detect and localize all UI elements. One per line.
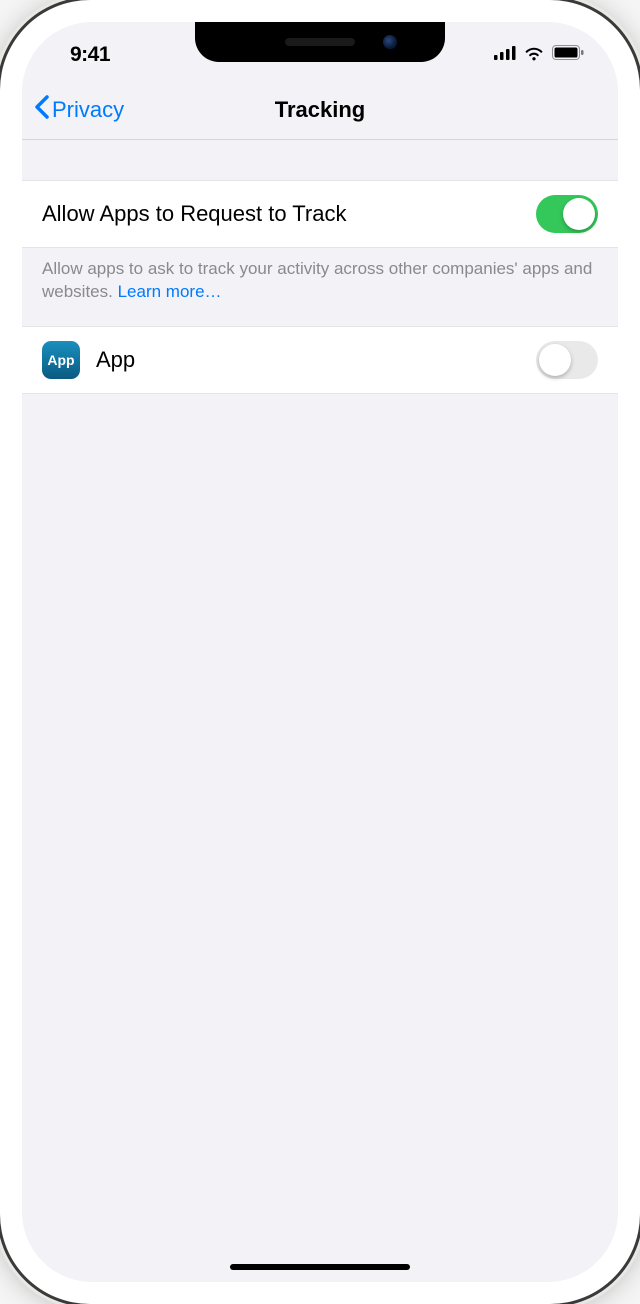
toggle-knob bbox=[563, 198, 595, 230]
battery-icon bbox=[552, 45, 584, 65]
content-area: Allow Apps to Request to Track Allow app… bbox=[22, 140, 618, 394]
learn-more-link[interactable]: Learn more… bbox=[118, 282, 222, 301]
app-icon: App bbox=[42, 341, 80, 379]
app-tracking-toggle[interactable] bbox=[536, 341, 598, 379]
wifi-icon bbox=[523, 45, 545, 66]
screen: 9:41 Privacy Tracking bbox=[22, 22, 618, 1282]
notch bbox=[195, 22, 445, 62]
back-button[interactable]: Privacy bbox=[34, 95, 124, 125]
app-name-label: App bbox=[96, 347, 520, 373]
front-camera bbox=[383, 35, 397, 49]
chevron-left-icon bbox=[34, 95, 50, 125]
cellular-icon bbox=[494, 46, 516, 65]
toggle-knob bbox=[539, 344, 571, 376]
navigation-bar: Privacy Tracking bbox=[22, 80, 618, 140]
allow-tracking-footer: Allow apps to ask to track your activity… bbox=[22, 248, 618, 326]
status-time: 9:41 bbox=[50, 43, 110, 67]
allow-tracking-row: Allow Apps to Request to Track bbox=[22, 180, 618, 248]
section-spacer bbox=[22, 140, 618, 180]
home-indicator[interactable] bbox=[230, 1264, 410, 1270]
speaker-grille bbox=[285, 38, 355, 46]
back-label: Privacy bbox=[52, 97, 124, 123]
allow-tracking-toggle[interactable] bbox=[536, 195, 598, 233]
allow-tracking-label: Allow Apps to Request to Track bbox=[42, 201, 520, 227]
app-row: App App bbox=[22, 326, 618, 394]
device-frame: 9:41 Privacy Tracking bbox=[0, 0, 640, 1304]
status-indicators bbox=[494, 45, 590, 66]
